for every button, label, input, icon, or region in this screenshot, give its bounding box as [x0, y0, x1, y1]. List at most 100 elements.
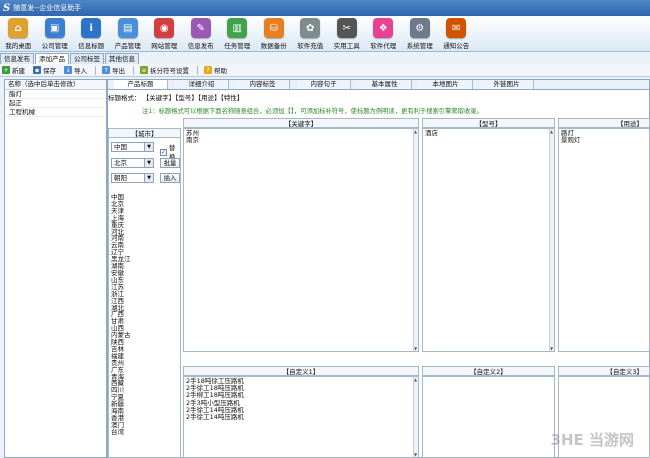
custom3-panel-header: 【自定义3】	[558, 366, 650, 376]
task-icon: ▥	[227, 18, 248, 38]
action-label: 新建	[12, 67, 25, 75]
scrollbar[interactable]	[413, 129, 418, 351]
new-icon: +	[2, 66, 10, 74]
tab-other-info[interactable]: 其他信息	[105, 53, 139, 64]
insert-button[interactable]: 插入	[160, 173, 180, 183]
main-panel: 产品标题 详细介绍 内容标签 内容句子 基本属性 本地图片 外链图片 标题格式：…	[107, 79, 650, 458]
recharge-icon: ✿	[300, 18, 321, 38]
list-item[interactable]: 起正	[5, 99, 106, 108]
batch-button[interactable]: 批量	[160, 158, 180, 168]
list-header: 名称（选中后单击修改）	[5, 80, 106, 90]
province-value: 北京	[114, 159, 127, 167]
toolbar-button-0[interactable]: ⌂ 我的桌面	[0, 16, 37, 51]
city-list-item: 台湾	[111, 427, 124, 436]
main-toolbar: ⌂ 我的桌面 ▣ 公司管理 i 信息标题 ▤ 产品管理 ◉ 网站管理 ✎ 信息发布 ▥ 任务管理 ⛁ 数据备份…	[0, 16, 650, 52]
toolbar-label: 软件充值	[297, 42, 324, 50]
info-icon: i	[81, 18, 102, 38]
tab-info-publish[interactable]: 信息发布	[0, 53, 34, 64]
custom1-lines: 2手18吨徐工压路机 2手徐工18吨压路机 2手柳工18吨压路机 2手3吨小型压路机 2…	[186, 377, 244, 422]
tab-add-product[interactable]: 添加产品	[35, 53, 69, 64]
toolbar-button-8[interactable]: ✿ 软件充值	[292, 16, 329, 51]
keyword-textarea[interactable]: 苏州 南京	[183, 128, 419, 352]
import-icon: ↓	[64, 66, 72, 74]
action-button-1[interactable]: ▪ 保存	[33, 65, 56, 75]
custom1-line: 2手徐工14吨压路机	[186, 413, 244, 422]
toolbar-label: 信息标题	[78, 42, 105, 50]
toolbar-label: 公司管理	[41, 42, 68, 50]
custom2-panel-header: 【自定义2】	[422, 366, 555, 376]
app-logo: S	[3, 2, 11, 14]
action-button-4[interactable]: ≡ 拆分符号设置	[140, 65, 189, 75]
list-item[interactable]: 工程机械	[5, 108, 106, 117]
toolbar-button-11[interactable]: ⚙ 系统管理	[402, 16, 439, 51]
title-format-value[interactable]: 【关键字】【型号】【用途】【特性】	[143, 94, 244, 102]
tab-product-title[interactable]: 产品标题	[114, 80, 168, 89]
toolbar-button-7[interactable]: ⛁ 数据备份	[256, 16, 293, 51]
sub-tabs: 产品标题 详细介绍 内容标签 内容句子 基本属性 本地图片 外链图片	[108, 80, 649, 90]
custom1-panel-header: 【自定义1】	[183, 366, 419, 376]
check-icon: ✓	[160, 148, 167, 156]
separator	[197, 65, 198, 75]
action-button-0[interactable]: + 新建	[2, 65, 25, 75]
action-label: 保存	[43, 67, 56, 75]
toolbar-label: 我的桌面	[5, 42, 32, 50]
tab-content-tags[interactable]: 内容标签	[236, 80, 290, 89]
action-label: 帮助	[214, 67, 227, 75]
tab-content-sentences[interactable]: 内容句子	[297, 80, 351, 89]
tab-detail[interactable]: 详细介绍	[175, 80, 229, 89]
tab-company-tags[interactable]: 公司标签	[70, 53, 104, 64]
model-textarea[interactable]: 酒店	[422, 128, 555, 352]
toolbar-button-6[interactable]: ▥ 任务管理	[219, 16, 256, 51]
save-icon: ▪	[33, 66, 41, 74]
toolbar-button-1[interactable]: ▣ 公司管理	[37, 16, 74, 51]
country-value: 中国	[114, 143, 127, 151]
toolbar-button-12[interactable]: ✉ 通知公告	[438, 16, 475, 51]
tab-local-images[interactable]: 本地图片	[419, 80, 473, 89]
city-panel-header: 【城市】	[108, 128, 181, 138]
country-select[interactable]: 中国 ▼	[111, 142, 154, 152]
product-name-list: 名称（选中后单击修改） 脂灯 起正 工程机械	[4, 79, 107, 458]
usage-textarea[interactable]: 路灯 景观灯	[558, 128, 650, 352]
toolbar-label: 实用工具	[333, 42, 360, 50]
toolbar-button-9[interactable]: ✂ 实用工具	[329, 16, 366, 51]
backup-icon: ⛁	[263, 18, 284, 38]
toolbar-button-10[interactable]: ❖ 软件代理	[365, 16, 402, 51]
tab-external-images[interactable]: 外链图片	[480, 80, 534, 89]
app-title: 随意发--企业信息助手	[13, 4, 82, 12]
toolbar-button-5[interactable]: ✎ 信息发布	[183, 16, 220, 51]
split-icon: ≡	[140, 66, 148, 74]
list-item[interactable]: 脂灯	[5, 90, 106, 99]
company-icon: ▣	[44, 18, 65, 38]
action-button-2[interactable]: ↓ 导入	[64, 65, 87, 75]
tab-basic-attributes[interactable]: 基本属性	[358, 80, 412, 89]
keyword-panel-header: 【关键字】	[183, 118, 419, 128]
custom1-textarea[interactable]: 2手18吨徐工压路机 2手徐工18吨压路机 2手柳工18吨压路机 2手3吨小型压路机 2…	[183, 376, 419, 458]
city-list[interactable]: 中国 北京 天津 上海 重庆 河北 河南 云南 辽宁 黑龙江 湖南 安徽 山东 江苏 浙江 江西 湖北 广西 甘肃山…	[111, 194, 171, 436]
top-tabs: 信息发布 添加产品 公司标签 其他信息	[0, 53, 140, 64]
toolbar-button-2[interactable]: i 信息标题	[73, 16, 110, 51]
action-label: 拆分符号设置	[150, 67, 189, 75]
product-icon: ▤	[117, 18, 138, 38]
toolbar-label: 网站管理	[151, 42, 178, 50]
publish-icon: ✎	[190, 18, 211, 38]
city-select[interactable]: 朝阳 ▼	[111, 173, 154, 183]
scrollbar[interactable]	[413, 377, 418, 457]
notice-icon: ✉	[446, 18, 467, 38]
scrollbar[interactable]	[549, 129, 554, 351]
action-button-5[interactable]: ? 帮助	[204, 65, 227, 75]
chevron-down-icon: ▼	[144, 174, 153, 182]
separator	[133, 65, 134, 75]
province-select[interactable]: 北京 ▼	[111, 158, 154, 168]
agent-icon: ❖	[373, 18, 394, 38]
city-panel: 【城市】 中国 ▼ 北京 ▼ 朝阳 ▼ ✓ 替换 批量 插入 中国北京天津上海重…	[108, 128, 181, 458]
title-bar: S 随意发--企业信息助手	[0, 0, 650, 16]
toolbar-button-3[interactable]: ▤ 产品管理	[110, 16, 147, 51]
keyword-lines: 苏州 南京	[186, 129, 199, 144]
title-format-row: 标题格式： 【关键字】【型号】【用途】【特性】	[108, 94, 243, 103]
toolbar-label: 通知公告	[443, 42, 470, 50]
action-button-3[interactable]: ↑ 导出	[102, 65, 125, 75]
custom2-textarea[interactable]	[422, 376, 555, 458]
toolbar-button-4[interactable]: ◉ 网站管理	[146, 16, 183, 51]
toolbar-label: 数据备份	[260, 42, 287, 50]
action-label: 导入	[74, 67, 87, 75]
